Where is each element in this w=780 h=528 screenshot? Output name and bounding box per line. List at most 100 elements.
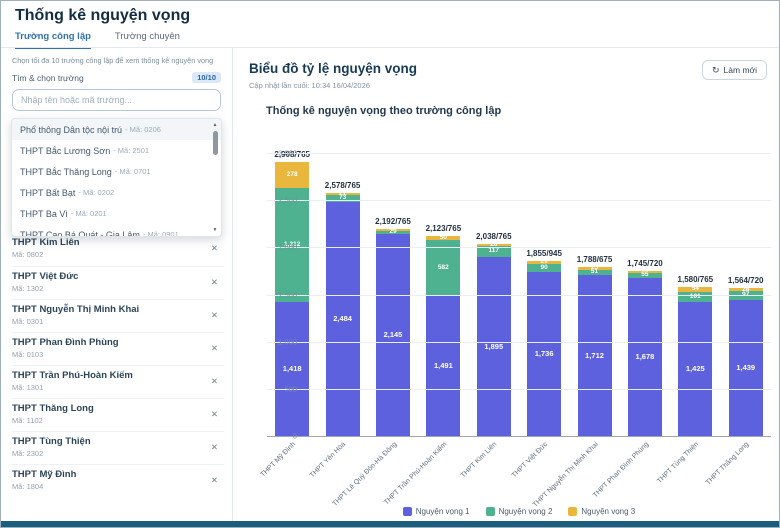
bar-segment[interactable]: 2,484	[326, 202, 360, 436]
legend-item[interactable]: Nguyện vọng 1	[403, 507, 470, 516]
legend-swatch	[486, 507, 495, 516]
y-axis-tick: 2,000	[278, 243, 297, 252]
dropdown-item-name: THPT Bắc Lương Sơn	[20, 146, 110, 156]
remove-school-icon[interactable]: ✕	[211, 475, 218, 486]
school-code: Mã: 1804	[12, 482, 224, 491]
bar-segment[interactable]: 278	[275, 162, 309, 188]
y-axis-tick: 2,500	[278, 196, 297, 205]
dropdown-item-name: THPT Bất Bạt	[20, 188, 75, 198]
chart-title: Thống kê nguyện vọng theo trường công lậ…	[266, 105, 501, 117]
legend-label: Nguyện vọng 2	[499, 507, 553, 516]
gridline	[267, 247, 771, 248]
dropdown-item[interactable]: THPT Bắc Thăng Long- Mã: 0701	[12, 161, 221, 182]
dropdown-item[interactable]: THPT Ba Vì- Mã: 0201	[12, 203, 221, 224]
remove-school-icon[interactable]: ✕	[211, 442, 218, 453]
selected-school-item: THPT Phan Đình PhùngMã: 0103✕	[12, 332, 224, 365]
segment-value: 1,678	[636, 353, 655, 361]
remove-school-icon[interactable]: ✕	[211, 409, 218, 420]
segment-value: 90	[541, 265, 548, 272]
school-code: Mã: 1302	[12, 284, 224, 293]
bar-total-label: 1,788/675	[577, 255, 613, 264]
dropdown-item[interactable]: THPT Bắc Lương Sơn- Mã: 2501	[12, 140, 221, 161]
main-body: Chọn tối đa 10 trường công lập để xem th…	[1, 48, 779, 521]
selected-school-list: THPT Kim LiênMã: 0802✕THPT Việt ĐứcMã: 1…	[12, 233, 224, 497]
chart-panel-title: Biểu đồ tỷ lệ nguyện vọng	[249, 61, 417, 76]
remove-school-icon[interactable]: ✕	[211, 310, 218, 321]
bar-segment[interactable]: 101	[678, 292, 712, 302]
bar-segment[interactable]: 1,712	[578, 275, 612, 436]
bar-segment[interactable]: 582	[426, 240, 460, 295]
bar-segment[interactable]: 1,736	[527, 272, 561, 436]
bar-segment[interactable]: 1,678	[628, 278, 662, 436]
last-updated-text: Cập nhật lần cuối: 10:34 16/04/2026	[249, 81, 370, 90]
gridline	[267, 342, 771, 343]
legend-swatch	[568, 507, 577, 516]
bar-segment[interactable]: 1,895	[477, 257, 511, 436]
refresh-icon: ↻	[712, 66, 720, 75]
count-badge: 10/10	[192, 72, 221, 83]
remove-school-icon[interactable]: ✕	[211, 343, 218, 354]
y-axis-tick: 3,000	[278, 149, 297, 158]
legend-label: Nguyện vọng 1	[416, 507, 470, 516]
school-name: THPT Thăng Long	[12, 403, 224, 414]
remove-school-icon[interactable]: ✕	[211, 277, 218, 288]
bar-segment[interactable]: 1,439	[729, 300, 763, 436]
selected-school-item: THPT Việt ĐứcMã: 1302✕	[12, 266, 224, 299]
school-code: Mã: 0103	[12, 350, 224, 359]
segment-value: 1,418	[283, 365, 302, 373]
dropdown-item[interactable]: THPT Bất Bạt- Mã: 0202	[12, 182, 221, 203]
school-code: Mã: 2302	[12, 449, 224, 458]
gridline	[267, 389, 771, 390]
dropdown-item-code: - Mã: 2501	[113, 146, 149, 155]
bar-segment[interactable]: 2,145	[376, 234, 410, 436]
bar-segment[interactable]: 90	[527, 264, 561, 272]
bar-total-label: 1,745/720	[627, 259, 663, 268]
bar-segment[interactable]: 1,425	[678, 302, 712, 436]
segment-value: 278	[287, 172, 298, 179]
dropdown-item[interactable]: Phổ thông Dân tộc nội trú- Mã: 0206	[12, 119, 221, 140]
x-axis-label: THPT Thăng Long	[705, 441, 750, 486]
bar-segment[interactable]: 97	[729, 291, 763, 300]
school-name: THPT Mỹ Đình	[12, 469, 224, 480]
chart-plot: 2781,2121,4182,908/765THPT Mỹ Đình21732,…	[233, 153, 771, 436]
dropdown-scrollbar[interactable]: ▲ ▼	[210, 120, 220, 235]
x-axis-label: THPT Kim Liên	[460, 441, 498, 479]
scroll-down-icon[interactable]: ▼	[211, 227, 219, 233]
scroll-up-icon[interactable]: ▲	[211, 122, 219, 128]
y-axis-tick: 0	[293, 432, 297, 441]
app-window: Thống kê nguyện vọng Trường công lậpTrườ…	[0, 0, 780, 528]
refresh-label: Làm mới	[724, 65, 757, 75]
school-code: Mã: 0802	[12, 250, 224, 259]
school-search-input[interactable]	[12, 89, 221, 111]
bar-total-label: 2,123/765	[426, 224, 462, 233]
bar-total-label: 1,855/945	[526, 249, 562, 258]
x-axis-label: THPT Phan Đình Phùng	[592, 441, 650, 499]
x-axis-label: THPT Tùng Thiện	[656, 441, 700, 485]
y-axis-tick: 500	[284, 384, 297, 393]
dropdown-items: Phổ thông Dân tộc nội trú- Mã: 0206THPT …	[12, 119, 221, 237]
x-axis-label: THPT Yên Hòa	[309, 441, 347, 479]
selection-hint: Chọn tối đa 10 trường công lập để xem th…	[12, 56, 221, 65]
legend-item[interactable]: Nguyện vọng 2	[486, 507, 553, 516]
refresh-button[interactable]: ↻ Làm mới	[702, 60, 767, 80]
school-name: THPT Trần Phú-Hoàn Kiếm	[12, 370, 224, 381]
bar-segment[interactable]: 1,418	[275, 302, 309, 436]
bar-total-label: 2,192/765	[375, 217, 411, 226]
scroll-thumb[interactable]	[213, 131, 218, 155]
remove-school-icon[interactable]: ✕	[211, 243, 218, 254]
legend-item[interactable]: Nguyện vọng 3	[568, 507, 635, 516]
segment-value: 97	[742, 292, 749, 299]
remove-school-icon[interactable]: ✕	[211, 376, 218, 387]
legend-swatch	[403, 507, 412, 516]
bar-segment[interactable]: 1,491	[426, 295, 460, 436]
segment-value: 1,425	[686, 365, 705, 373]
bar-total-label: 2,038/765	[476, 232, 512, 241]
school-name: THPT Kim Liên	[12, 237, 224, 248]
bar-total-label: 1,564/720	[728, 276, 764, 285]
segment-value: 1,712	[585, 352, 604, 360]
dropdown-item[interactable]: THPT Cao Bá Quát - Gia Lâm- Mã: 0901	[12, 224, 221, 237]
selected-school-item: THPT Tùng ThiệnMã: 2302✕	[12, 431, 224, 464]
selected-school-item: THPT Trần Phú-Hoàn KiếmMã: 1301✕	[12, 365, 224, 398]
dropdown-item-name: THPT Cao Bá Quát - Gia Lâm	[20, 230, 140, 238]
sidebar: Chọn tối đa 10 trường công lập để xem th…	[1, 48, 233, 521]
